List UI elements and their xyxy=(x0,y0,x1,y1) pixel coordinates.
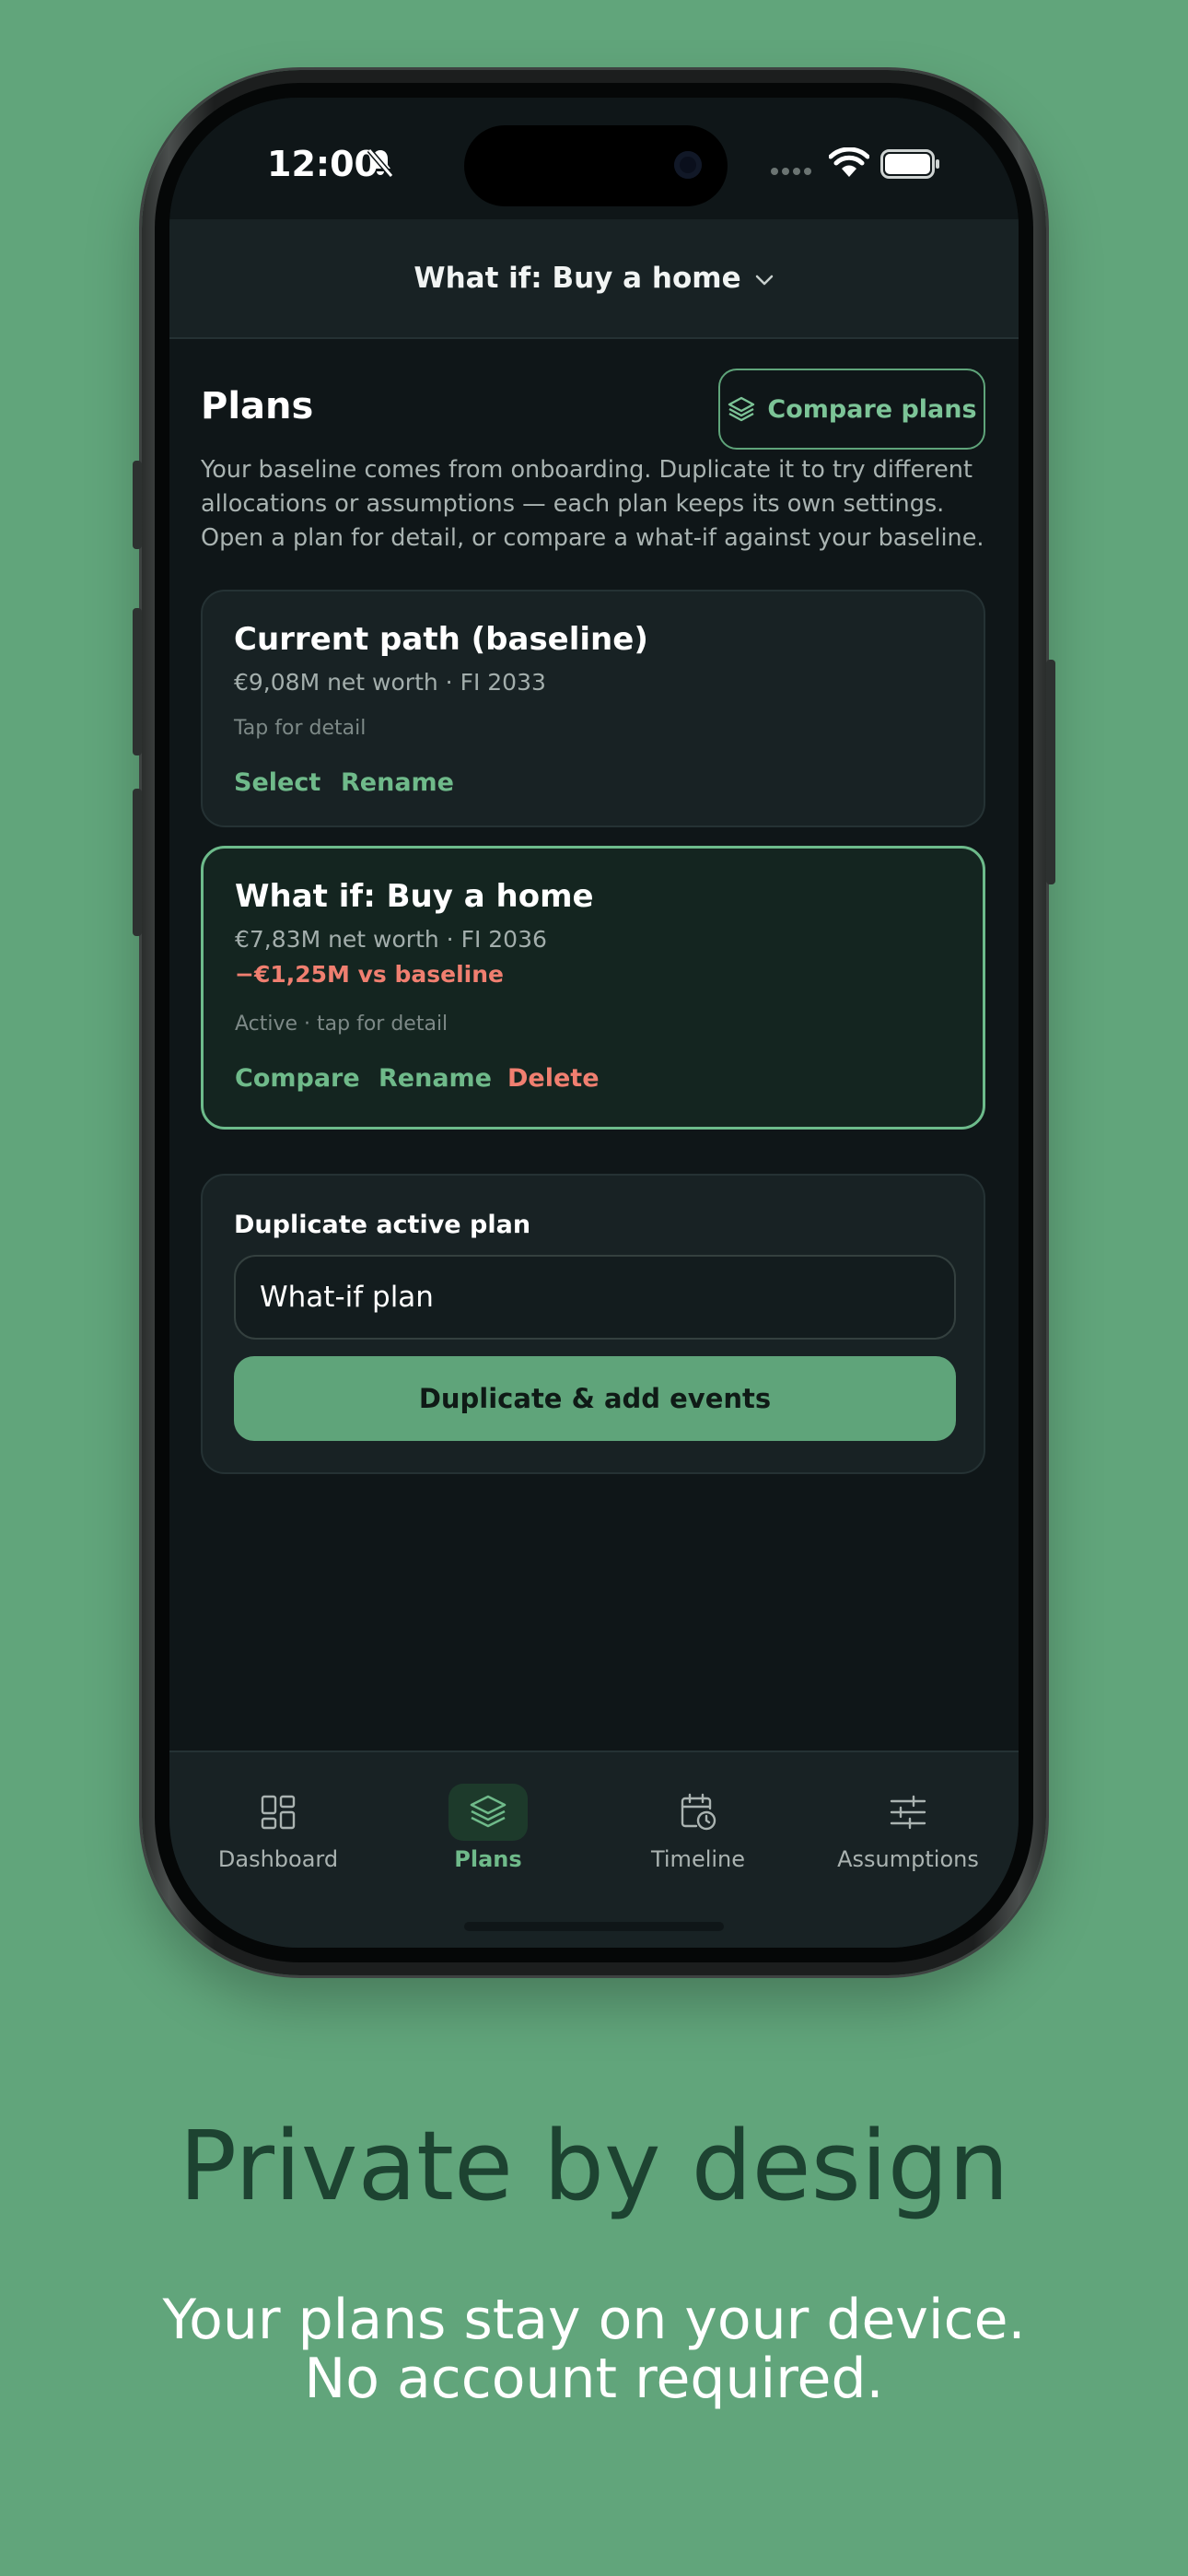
rename-button[interactable]: Rename xyxy=(341,768,454,797)
active-plan-title: What if: Buy a home xyxy=(413,262,741,295)
plan-summary: €9,08M net worth · FI 2033 xyxy=(234,669,546,696)
power-button xyxy=(1046,660,1055,884)
dynamic-island xyxy=(464,125,728,206)
plan-card-active[interactable]: What if: Buy a home €7,83M net worth · F… xyxy=(201,846,985,1130)
layers-icon xyxy=(470,1795,507,1828)
status-bar: 12:00 xyxy=(169,98,1019,219)
sliders-icon xyxy=(890,1795,926,1830)
rename-button[interactable]: Rename xyxy=(379,1064,492,1093)
tab-dashboard[interactable]: Dashboard xyxy=(186,1784,370,1872)
status-time: 12:00 xyxy=(267,144,379,184)
tab-label: Assumptions xyxy=(837,1846,979,1872)
home-indicator xyxy=(464,1922,724,1931)
marketing-subline-2: No account required. xyxy=(304,2347,884,2411)
marketing-subline-1: Your plans stay on your device. xyxy=(162,2288,1026,2352)
delete-button[interactable]: Delete xyxy=(507,1064,600,1093)
signal-dots-icon xyxy=(771,168,811,175)
plan-title: Current path (baseline) xyxy=(234,621,648,658)
plan-name-input[interactable] xyxy=(234,1255,956,1340)
tab-assumptions[interactable]: Assumptions xyxy=(816,1784,1000,1872)
duplicate-plan-card: Duplicate active plan Duplicate & add ev… xyxy=(201,1174,985,1474)
duplicate-label: Duplicate active plan xyxy=(234,1211,531,1239)
chevron-down-icon xyxy=(755,275,773,286)
baseline-delta: −€1,25M vs baseline xyxy=(235,961,504,988)
tab-label: Timeline xyxy=(650,1846,746,1872)
action-button xyxy=(133,461,142,549)
plans-description: Your baseline comes from onboarding. Dup… xyxy=(201,456,984,552)
battery-icon xyxy=(880,149,939,179)
volume-down-button xyxy=(133,789,142,936)
compare-button[interactable]: Compare xyxy=(235,1064,360,1093)
marketing-subline: Your plans stay on your device. No accou… xyxy=(0,2290,1188,2408)
tab-label: Plans xyxy=(454,1846,522,1872)
tab-label: Dashboard xyxy=(217,1846,339,1872)
marketing-headline: Private by design xyxy=(179,2110,1009,2222)
tab-plans[interactable]: Plans xyxy=(396,1784,580,1872)
duplicate-add-events-button[interactable]: Duplicate & add events xyxy=(234,1356,956,1441)
volume-up-button xyxy=(133,608,142,755)
app-screen: 12:00 What if: Buy a home Plans Compare … xyxy=(169,98,1019,1948)
bell-muted-icon xyxy=(367,148,394,178)
front-camera xyxy=(674,151,702,179)
compare-plans-label: Compare plans xyxy=(767,394,977,424)
plan-note: Active · tap for detail xyxy=(235,1013,448,1036)
compare-plans-button[interactable]: Compare plans xyxy=(718,369,985,450)
wifi-icon xyxy=(829,147,869,177)
select-button[interactable]: Select xyxy=(234,768,320,797)
calendar-clock-icon xyxy=(681,1793,716,1831)
plan-card-baseline[interactable]: Current path (baseline) €9,08M net worth… xyxy=(201,590,985,827)
plan-title: What if: Buy a home xyxy=(235,878,594,915)
tab-bar: Dashboard Plans Timeline Assumptions xyxy=(169,1751,1019,1948)
plan-note: Tap for detail xyxy=(234,717,367,740)
plan-switcher[interactable]: What if: Buy a home xyxy=(169,219,1019,339)
grid-icon xyxy=(261,1795,296,1830)
plan-summary: €7,83M net worth · FI 2036 xyxy=(235,926,547,953)
tab-timeline[interactable]: Timeline xyxy=(606,1784,790,1872)
layers-icon xyxy=(728,396,755,422)
page-title: Plans xyxy=(201,385,314,427)
